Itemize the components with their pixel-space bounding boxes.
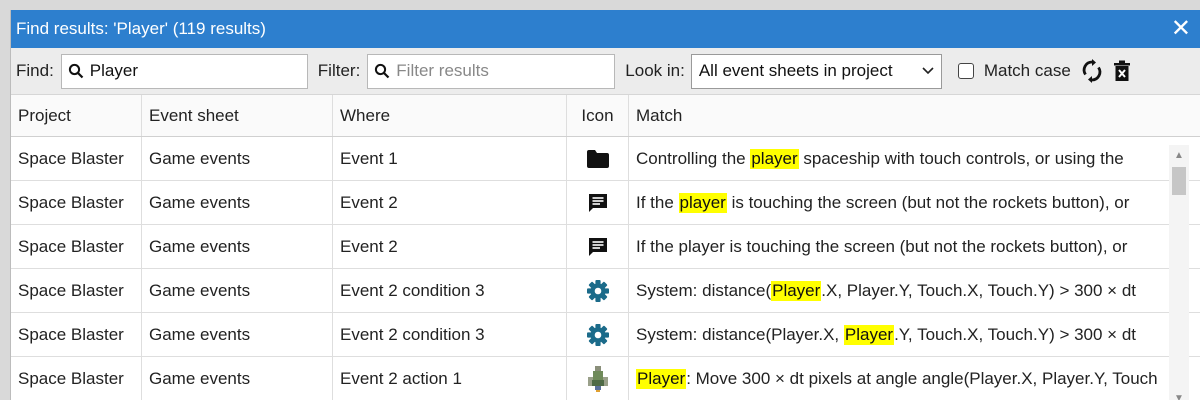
- cell-match: Player: Move 300 × dt pixels at angle an…: [629, 357, 1162, 400]
- cell-event-sheet: Game events: [142, 313, 333, 356]
- cell-match: Controlling the player spaceship with to…: [629, 137, 1162, 180]
- table-header: Project Event sheet Where Icon Match: [11, 95, 1200, 137]
- folder-icon: [586, 149, 609, 168]
- cell-project: Space Blaster: [11, 357, 142, 400]
- look-in-value: All event sheets in project: [698, 61, 893, 80]
- column-header-icon[interactable]: Icon: [567, 95, 629, 136]
- refresh-icon: [1082, 59, 1102, 83]
- match-highlight: Player: [636, 368, 687, 389]
- cell-where: Event 2 condition 3: [333, 313, 567, 356]
- match-text-after: .Y, Touch.X, Touch.Y) > 300 × dt: [894, 324, 1137, 344]
- match-text-before: System: distance(: [636, 280, 772, 300]
- match-case-label[interactable]: Match case: [984, 61, 1071, 81]
- refresh-button[interactable]: [1079, 56, 1105, 86]
- gear-icon: [586, 323, 609, 346]
- filter-input[interactable]: Filter results: [367, 53, 616, 89]
- cell-project: Space Blaster: [11, 269, 142, 312]
- column-header-project[interactable]: Project: [11, 95, 142, 136]
- scroll-up-arrow-icon[interactable]: ▲: [1169, 145, 1189, 167]
- cell-icon: [567, 225, 629, 268]
- table-row[interactable]: Space Blaster Game events Event 2 condit…: [11, 313, 1200, 357]
- match-text-before: If the: [636, 192, 679, 212]
- cell-project: Space Blaster: [11, 225, 142, 268]
- cell-where: Event 2: [333, 181, 567, 224]
- cell-project: Space Blaster: [11, 137, 142, 180]
- look-in-select[interactable]: All event sheets in project: [690, 53, 942, 89]
- spaceship-icon: [587, 365, 608, 392]
- cell-icon: [567, 357, 629, 400]
- column-header-match[interactable]: Match: [629, 95, 1162, 136]
- cell-event-sheet: Game events: [142, 225, 333, 268]
- cell-match: System: distance(Player.X, Player.Y, Tou…: [629, 313, 1162, 356]
- cell-where: Event 2 action 1: [333, 357, 567, 400]
- table-row[interactable]: Space Blaster Game events Event 2 If the…: [11, 181, 1200, 225]
- search-icon: [68, 63, 84, 79]
- match-text-before: Controlling the: [636, 148, 751, 168]
- match-text-after: .X, Player.Y, Touch.X, Touch.Y) > 300 × …: [821, 280, 1137, 300]
- match-text-after: : Move 300 × dt pixels at angle angle(Pl…: [686, 368, 1158, 388]
- column-header-where[interactable]: Where: [333, 95, 567, 136]
- find-input[interactable]: Player: [60, 53, 308, 89]
- title-bar: Find results: 'Player' (119 results) ✕: [11, 10, 1200, 48]
- cell-project: Space Blaster: [11, 313, 142, 356]
- cell-icon: [567, 181, 629, 224]
- dialog-title: Find results: 'Player' (119 results): [16, 19, 266, 38]
- cell-icon: [567, 313, 629, 356]
- look-in-label: Look in:: [625, 61, 685, 80]
- match-text-before: If the player is touching the screen (bu…: [636, 236, 1128, 256]
- cell-icon: [567, 269, 629, 312]
- cell-where: Event 1: [333, 137, 567, 180]
- cell-icon: [567, 137, 629, 180]
- trash-icon: [1113, 60, 1130, 81]
- find-label: Find:: [16, 61, 54, 80]
- cell-event-sheet: Game events: [142, 137, 333, 180]
- match-case-checkbox[interactable]: [957, 63, 974, 79]
- find-results-dialog: Find results: 'Player' (119 results) ✕ F…: [10, 10, 1200, 400]
- chevron-down-icon: [922, 67, 934, 75]
- table-row[interactable]: Space Blaster Game events Event 2 condit…: [11, 269, 1200, 313]
- close-icon[interactable]: ✕: [1167, 17, 1195, 41]
- vertical-scrollbar[interactable]: ▲ ▼: [1169, 145, 1189, 400]
- cell-project: Space Blaster: [11, 181, 142, 224]
- scrollbar-thumb[interactable]: [1172, 167, 1186, 195]
- search-icon: [375, 63, 390, 79]
- table-row[interactable]: Space Blaster Game events Event 2 action…: [11, 357, 1200, 400]
- scroll-down-arrow-icon[interactable]: ▼: [1169, 388, 1189, 400]
- gear-icon: [586, 279, 609, 302]
- table-row[interactable]: Space Blaster Game events Event 2 If the…: [11, 225, 1200, 269]
- comment-icon: [588, 193, 607, 212]
- results-table: Project Event sheet Where Icon Match Spa…: [11, 95, 1200, 400]
- cell-where: Event 2: [333, 225, 567, 268]
- cell-match: System: distance(Player.X, Player.Y, Tou…: [629, 269, 1162, 312]
- cell-match: If the player is touching the screen (bu…: [629, 225, 1162, 268]
- search-toolbar: Find: Player Filter: Filter results Look…: [11, 48, 1200, 95]
- filter-label: Filter:: [317, 61, 361, 80]
- match-highlight: Player: [843, 324, 895, 345]
- clear-results-button[interactable]: [1109, 56, 1135, 86]
- match-text-before: System: distance(Player.X,: [636, 324, 844, 344]
- cell-event-sheet: Game events: [142, 357, 333, 400]
- cell-where: Event 2 condition 3: [333, 269, 567, 312]
- find-value: Player: [89, 61, 138, 80]
- filter-placeholder: Filter results: [396, 61, 489, 80]
- column-header-event-sheet[interactable]: Event sheet: [142, 95, 333, 136]
- comment-icon: [588, 237, 607, 256]
- cell-event-sheet: Game events: [142, 181, 333, 224]
- match-highlight: player: [678, 192, 727, 213]
- cell-match: If the player is touching the screen (bu…: [629, 181, 1162, 224]
- match-text-after: spaceship with touch controls, or using …: [798, 148, 1124, 168]
- cell-event-sheet: Game events: [142, 269, 333, 312]
- table-row[interactable]: Space Blaster Game events Event 1 Contro…: [11, 137, 1200, 181]
- match-text-after: is touching the screen (but not the rock…: [726, 192, 1130, 212]
- match-highlight: Player: [771, 280, 822, 301]
- match-highlight: player: [750, 148, 799, 169]
